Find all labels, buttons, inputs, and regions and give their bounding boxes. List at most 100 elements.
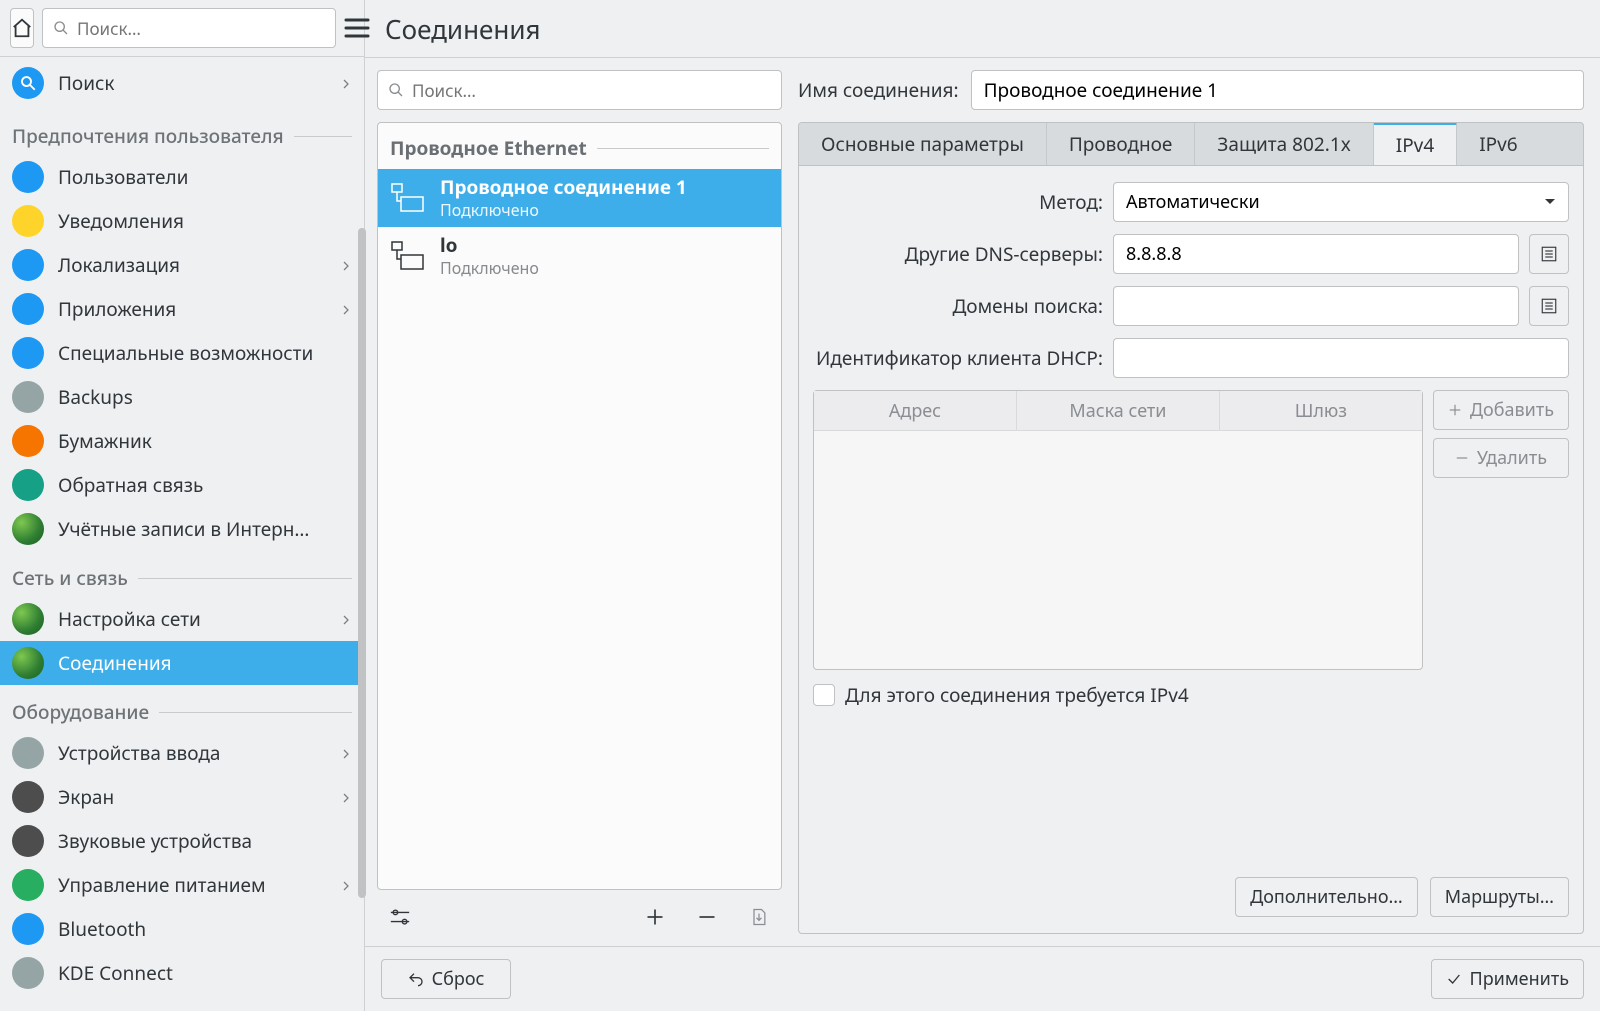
- domains-input[interactable]: [1113, 286, 1519, 326]
- sidebar-search[interactable]: [42, 8, 336, 48]
- domains-edit-button[interactable]: [1529, 286, 1569, 326]
- col-netmask[interactable]: Маска сети: [1017, 391, 1220, 430]
- sidebar-item[interactable]: Пользователи: [0, 155, 364, 199]
- reset-button[interactable]: Сброс: [381, 959, 511, 999]
- connection-toolbar: [377, 890, 782, 934]
- require-ipv4-checkbox[interactable]: [813, 684, 835, 706]
- minus-icon: [1455, 451, 1469, 465]
- list-icon: [1540, 245, 1558, 263]
- dns-input[interactable]: [1113, 234, 1519, 274]
- sidebar-item[interactable]: Соединения: [0, 641, 364, 685]
- dhcp-label: Идентификатор клиента DHCP:: [813, 345, 1103, 371]
- add-connection-button[interactable]: [638, 900, 672, 934]
- configure-button[interactable]: [383, 900, 417, 934]
- backup-icon: [12, 381, 44, 413]
- sidebar-item-label: Backups: [58, 384, 352, 410]
- sidebar-item[interactable]: Учётные записи в Интерн…: [0, 507, 364, 551]
- sidebar-item-label: Звуковые устройства: [58, 828, 352, 854]
- routes-button[interactable]: Маршруты…: [1430, 877, 1569, 917]
- main-footer: Сброс Применить: [365, 946, 1600, 1011]
- sidebar-item-label: Устройства ввода: [58, 740, 340, 766]
- connections-icon: [12, 647, 44, 679]
- apps-icon: [12, 293, 44, 325]
- col-address[interactable]: Адрес: [814, 391, 1017, 430]
- sidebar-item[interactable]: Устройства ввода: [0, 731, 364, 775]
- wallet-icon: [12, 425, 44, 457]
- sidebar-item-label: Bluetooth: [58, 916, 352, 942]
- chevron-right-icon: [340, 78, 352, 90]
- connection-group-label: Проводное Ethernet: [390, 135, 587, 161]
- sidebar-item-search[interactable]: Поиск: [0, 57, 364, 109]
- accessibility-icon: [12, 337, 44, 369]
- apply-button[interactable]: Применить: [1431, 959, 1584, 999]
- plus-icon: [645, 907, 665, 927]
- sidebar-item[interactable]: Звуковые устройства: [0, 819, 364, 863]
- chevron-right-icon: [340, 260, 352, 272]
- dns-edit-button[interactable]: [1529, 234, 1569, 274]
- remove-connection-button[interactable]: [690, 900, 724, 934]
- sidebar-item[interactable]: Экран: [0, 775, 364, 819]
- sidebar-item[interactable]: Бумажник: [0, 419, 364, 463]
- sliders-icon: [389, 906, 411, 928]
- sidebar-item-label: Бумажник: [58, 428, 352, 454]
- users-icon: [12, 161, 44, 193]
- tab[interactable]: IPv6: [1457, 123, 1539, 165]
- display-icon: [12, 781, 44, 813]
- page-title: Соединения: [365, 0, 1600, 58]
- chevron-right-icon: [340, 748, 352, 760]
- sidebar-item[interactable]: Специальные возможности: [0, 331, 364, 375]
- sidebar-search-input[interactable]: [77, 17, 325, 40]
- sidebar-item-label: Специальные возможности: [58, 340, 352, 366]
- connection-search-input[interactable]: [412, 79, 771, 102]
- connection-name-label: Имя соединения:: [798, 77, 959, 103]
- sidebar-item[interactable]: Обратная связь: [0, 463, 364, 507]
- settings-tabs: Основные параметрыПроводноеЗащита 802.1x…: [798, 122, 1584, 166]
- sidebar-item[interactable]: Bluetooth: [0, 907, 364, 951]
- advanced-button[interactable]: Дополнительно…: [1235, 877, 1418, 917]
- remove-address-button[interactable]: Удалить: [1433, 438, 1569, 478]
- sidebar-item-label: Локализация: [58, 252, 340, 278]
- sidebar-item[interactable]: KDE Connect: [0, 951, 364, 995]
- connection-name: lo: [440, 234, 539, 258]
- connection-search[interactable]: [377, 70, 782, 110]
- connection-status: Подключено: [440, 200, 687, 220]
- sidebar-item[interactable]: Управление питанием: [0, 863, 364, 907]
- tab[interactable]: IPv4: [1374, 122, 1457, 165]
- dhcp-input[interactable]: [1113, 338, 1569, 378]
- export-connection-button[interactable]: [742, 900, 776, 934]
- home-button[interactable]: [10, 8, 34, 48]
- sidebar-item-label: Экран: [58, 784, 340, 810]
- tab[interactable]: Основные параметры: [799, 123, 1047, 165]
- dns-label: Другие DNS-серверы:: [813, 241, 1103, 267]
- sidebar-item[interactable]: Приложения: [0, 287, 364, 331]
- sidebar-item-label: Обратная связь: [58, 472, 352, 498]
- wired-network-icon: [391, 183, 425, 213]
- connection-item[interactable]: loПодключено: [378, 227, 781, 285]
- sidebar: Поиск Предпочтения пользователя Пользовате…: [0, 0, 365, 1011]
- method-select[interactable]: Автоматически: [1113, 182, 1569, 222]
- tab[interactable]: Защита 802.1x: [1195, 123, 1373, 165]
- sidebar-item-label: Поиск: [58, 70, 340, 96]
- col-gateway[interactable]: Шлюз: [1220, 391, 1422, 430]
- bluetooth-icon: [12, 913, 44, 945]
- add-address-button[interactable]: Добавить: [1433, 390, 1569, 430]
- chevron-right-icon: [340, 792, 352, 804]
- network-icon: [12, 603, 44, 635]
- minus-icon: [697, 907, 717, 927]
- sidebar-item[interactable]: Backups: [0, 375, 364, 419]
- connection-name-input[interactable]: [971, 70, 1584, 110]
- sidebar-item[interactable]: Настройка сети: [0, 597, 364, 641]
- bell-icon: [12, 205, 44, 237]
- sidebar-item[interactable]: Уведомления: [0, 199, 364, 243]
- sidebar-item-label: Учётные записи в Интерн…: [58, 516, 352, 542]
- sound-icon: [12, 825, 44, 857]
- undo-icon: [408, 971, 424, 987]
- wired-network-icon: [391, 241, 425, 271]
- sidebar-item[interactable]: Локализация: [0, 243, 364, 287]
- tab[interactable]: Проводное: [1047, 123, 1196, 165]
- connection-item[interactable]: Проводное соединение 1Подключено: [378, 169, 781, 227]
- require-ipv4-label: Для этого соединения требуется IPv4: [845, 682, 1189, 708]
- sidebar-category: Предпочтения пользователя: [0, 109, 364, 155]
- sidebar-item-label: Пользователи: [58, 164, 352, 190]
- kdeconnect-icon: [12, 957, 44, 989]
